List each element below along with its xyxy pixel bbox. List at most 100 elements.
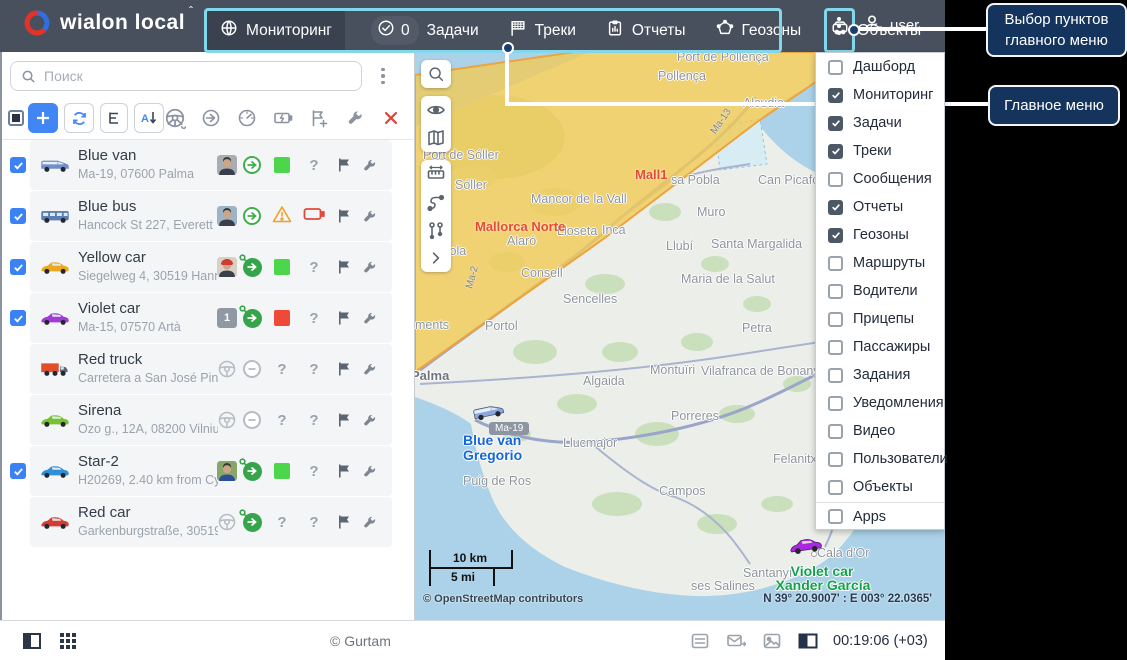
eye-icon[interactable] bbox=[421, 96, 451, 124]
unit-row-3[interactable]: Violet car Ma-15, 07570 Artà 1 ? bbox=[2, 293, 414, 343]
unit-row-1[interactable]: Blue bus Hancock St 227, Everett bbox=[2, 191, 414, 241]
sidebar-toggle-icon[interactable] bbox=[22, 631, 42, 651]
unit-checkbox[interactable] bbox=[10, 412, 26, 428]
flag-icon[interactable] bbox=[334, 206, 354, 226]
wrench-icon[interactable] bbox=[359, 206, 379, 226]
dropdown-item-16[interactable]: Apps bbox=[816, 502, 944, 530]
checkbox-checked[interactable] bbox=[828, 115, 843, 131]
clear-icon[interactable] bbox=[380, 107, 402, 129]
gauge-icon[interactable] bbox=[236, 107, 258, 129]
route-icon[interactable] bbox=[421, 188, 451, 216]
wrench-icon[interactable] bbox=[359, 257, 379, 277]
dropdown-item-6[interactable]: Геозоны bbox=[816, 221, 944, 249]
refresh-button[interactable] bbox=[64, 103, 94, 133]
wrench-icon[interactable] bbox=[344, 107, 366, 129]
dropdown-item-11[interactable]: Задания bbox=[816, 361, 944, 389]
flag-icon[interactable] bbox=[334, 257, 354, 277]
add-unit-button[interactable] bbox=[28, 103, 58, 133]
dropdown-item-15[interactable]: Объекты bbox=[816, 473, 944, 501]
unit-checkbox[interactable] bbox=[10, 463, 26, 479]
search-icon[interactable] bbox=[421, 60, 451, 88]
checkbox-unchecked[interactable] bbox=[828, 283, 843, 299]
menu-item-1[interactable]: 0 Задачи bbox=[367, 11, 483, 50]
apps-grid-icon[interactable] bbox=[58, 631, 78, 651]
header-kebab-menu-button[interactable] bbox=[831, 14, 847, 38]
wrench-icon[interactable] bbox=[359, 512, 379, 532]
flag-icon[interactable] bbox=[334, 512, 354, 532]
checkbox-unchecked[interactable] bbox=[828, 509, 843, 524]
checkbox-checked[interactable] bbox=[828, 199, 843, 215]
unit-checkbox[interactable] bbox=[10, 361, 26, 377]
unit-row-2[interactable]: Yellow car Siegelweg 4, 30519 Hann... ? bbox=[2, 242, 414, 292]
collapse-icon[interactable] bbox=[421, 244, 451, 272]
checkbox-unchecked[interactable] bbox=[828, 451, 843, 467]
user-menu[interactable]: user bbox=[862, 13, 919, 37]
wrench-icon[interactable] bbox=[359, 308, 379, 328]
checkbox-unchecked[interactable] bbox=[828, 339, 843, 355]
checkbox-checked[interactable] bbox=[828, 87, 843, 103]
sort-button[interactable]: A bbox=[134, 103, 164, 133]
unit-checkbox[interactable] bbox=[10, 310, 26, 326]
image-icon[interactable] bbox=[762, 631, 782, 651]
flag-add-icon[interactable] bbox=[308, 107, 330, 129]
dropdown-item-4[interactable]: Сообщения bbox=[816, 165, 944, 193]
checkbox-unchecked[interactable] bbox=[828, 395, 843, 411]
dropdown-item-9[interactable]: Прицепы bbox=[816, 305, 944, 333]
unit-checkbox[interactable] bbox=[10, 208, 26, 224]
hierarchy-view-button[interactable] bbox=[100, 103, 128, 133]
waypoints-icon[interactable] bbox=[421, 216, 451, 244]
checkbox-unchecked[interactable] bbox=[828, 367, 843, 383]
checkbox-checked[interactable] bbox=[828, 227, 843, 243]
layers-icon[interactable] bbox=[421, 124, 451, 152]
unit-row-5[interactable]: Sirena Ozo g., 12A, 08200 Vilnius ? ? bbox=[2, 395, 414, 445]
unit-row-7[interactable]: Red car Garkenburgstraße, 30519... ? ? bbox=[2, 497, 414, 547]
checkbox-unchecked[interactable] bbox=[828, 479, 843, 495]
wrench-icon[interactable] bbox=[359, 359, 379, 379]
checkbox-unchecked[interactable] bbox=[828, 423, 843, 439]
unit-row-4[interactable]: Red truck Carretera a San José Pinul... … bbox=[2, 344, 414, 394]
dropdown-item-8[interactable]: Водители bbox=[816, 277, 944, 305]
sidebar-kebab-button[interactable] bbox=[376, 64, 390, 88]
checkbox-unchecked[interactable] bbox=[828, 255, 843, 271]
search-input[interactable]: Поиск bbox=[10, 61, 362, 91]
dropdown-item-0[interactable]: Дашборд bbox=[816, 53, 944, 81]
menu-item-4[interactable]: Геозоны bbox=[712, 11, 806, 50]
wialon-logo[interactable]: wialon local ˆ bbox=[24, 4, 193, 36]
dropdown-item-7[interactable]: Маршруты bbox=[816, 249, 944, 277]
checkbox-unchecked[interactable] bbox=[828, 59, 843, 75]
steering-wheel-icon[interactable] bbox=[164, 107, 186, 129]
wrench-icon[interactable] bbox=[359, 410, 379, 430]
checkbox-unchecked[interactable] bbox=[828, 311, 843, 327]
monitor-icon[interactable] bbox=[798, 631, 818, 651]
wrench-icon[interactable] bbox=[359, 461, 379, 481]
ruler-icon[interactable] bbox=[421, 160, 451, 188]
flag-icon[interactable] bbox=[334, 461, 354, 481]
dropdown-item-3[interactable]: Треки bbox=[816, 137, 944, 165]
menu-item-0[interactable]: Мониторинг bbox=[207, 11, 345, 50]
unit-checkbox[interactable] bbox=[10, 157, 26, 173]
select-all-checkbox[interactable] bbox=[8, 110, 24, 126]
unit-checkbox[interactable] bbox=[10, 514, 26, 530]
unit-checkbox[interactable] bbox=[10, 259, 26, 275]
wrench-icon[interactable] bbox=[359, 155, 379, 175]
dropdown-item-12[interactable]: Уведомления bbox=[816, 389, 944, 417]
dropdown-item-2[interactable]: Задачи bbox=[816, 109, 944, 137]
flag-icon[interactable] bbox=[334, 410, 354, 430]
checkbox-unchecked[interactable] bbox=[828, 171, 843, 187]
checkbox-checked[interactable] bbox=[828, 143, 843, 159]
battery-icon[interactable] bbox=[272, 107, 294, 129]
motion-filter-icon[interactable] bbox=[200, 107, 222, 129]
mail-icon[interactable] bbox=[726, 631, 746, 651]
unit-row-0[interactable]: Blue van Ma-19, 07600 Palma ? bbox=[2, 140, 414, 190]
dropdown-item-10[interactable]: Пассажиры bbox=[816, 333, 944, 361]
dropdown-item-5[interactable]: Отчеты bbox=[816, 193, 944, 221]
menu-item-3[interactable]: Отчеты bbox=[602, 11, 690, 50]
dropdown-item-14[interactable]: Пользователи bbox=[816, 445, 948, 473]
violet-car-map-marker[interactable] bbox=[788, 534, 825, 562]
dropdown-item-1[interactable]: Мониторинг bbox=[816, 81, 944, 109]
menu-item-2[interactable]: Треки bbox=[505, 11, 580, 50]
unit-row-6[interactable]: Star-2 H20269, 2.40 km from Cy... ? bbox=[2, 446, 414, 496]
flag-icon[interactable] bbox=[334, 359, 354, 379]
flag-icon[interactable] bbox=[334, 308, 354, 328]
flag-icon[interactable] bbox=[334, 155, 354, 175]
